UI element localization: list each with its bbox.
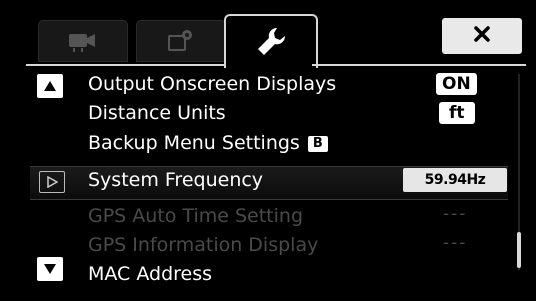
output-onscreen-displays-value: ON <box>436 73 477 95</box>
gps-information-value: --- <box>443 233 468 253</box>
camera-settings-icon <box>137 21 225 61</box>
setup-menu-screen: Output Onscreen Displays ON Distance Uni… <box>0 0 536 301</box>
tab-bar <box>26 12 526 68</box>
triangle-right-icon <box>46 173 59 192</box>
tab-setup[interactable] <box>224 14 318 68</box>
menu-item-output-onscreen-displays[interactable]: Output Onscreen Displays <box>88 72 336 96</box>
menu-item-label: GPS Information Display <box>88 234 319 256</box>
menu-item-label: GPS Auto Time Setting <box>88 205 304 227</box>
tab-playback[interactable] <box>136 20 226 62</box>
close-icon <box>472 24 492 48</box>
menu-item-mac-address[interactable]: MAC Address <box>88 262 212 286</box>
close-button[interactable] <box>442 18 522 54</box>
gps-auto-time-value: --- <box>443 204 468 224</box>
menu-item-distance-units[interactable]: Distance Units <box>88 101 226 125</box>
backup-badge: B <box>307 136 328 152</box>
menu-item-label: Output Onscreen Displays <box>88 73 337 95</box>
menu-item-gps-information-display: GPS Information Display <box>88 233 318 257</box>
system-frequency-value: 59.94Hz <box>403 168 507 192</box>
scroll-down-button[interactable] <box>37 257 63 281</box>
movie-camera-icon <box>39 21 127 61</box>
menu-item-backup-menu-settings[interactable]: Backup Menu Settings B <box>88 131 328 155</box>
menu-item-label: MAC Address <box>88 263 213 285</box>
scroll-up-button[interactable] <box>37 74 63 98</box>
triangle-up-icon <box>43 77 57 96</box>
menu-item-label: Distance Units <box>88 102 226 124</box>
menu-item-label: Backup Menu Settings <box>88 132 300 154</box>
wrench-icon <box>226 16 316 68</box>
menu-item-label: System Frequency <box>88 169 264 191</box>
menu-item-system-frequency[interactable]: System Frequency <box>88 168 263 192</box>
tab-camera[interactable] <box>38 20 128 62</box>
triangle-down-icon <box>43 260 57 279</box>
scrollbar-thumb[interactable] <box>517 232 521 268</box>
menu-item-gps-auto-time-setting: GPS Auto Time Setting <box>88 204 303 228</box>
distance-units-value: ft <box>439 102 475 124</box>
selection-cursor <box>39 171 65 193</box>
